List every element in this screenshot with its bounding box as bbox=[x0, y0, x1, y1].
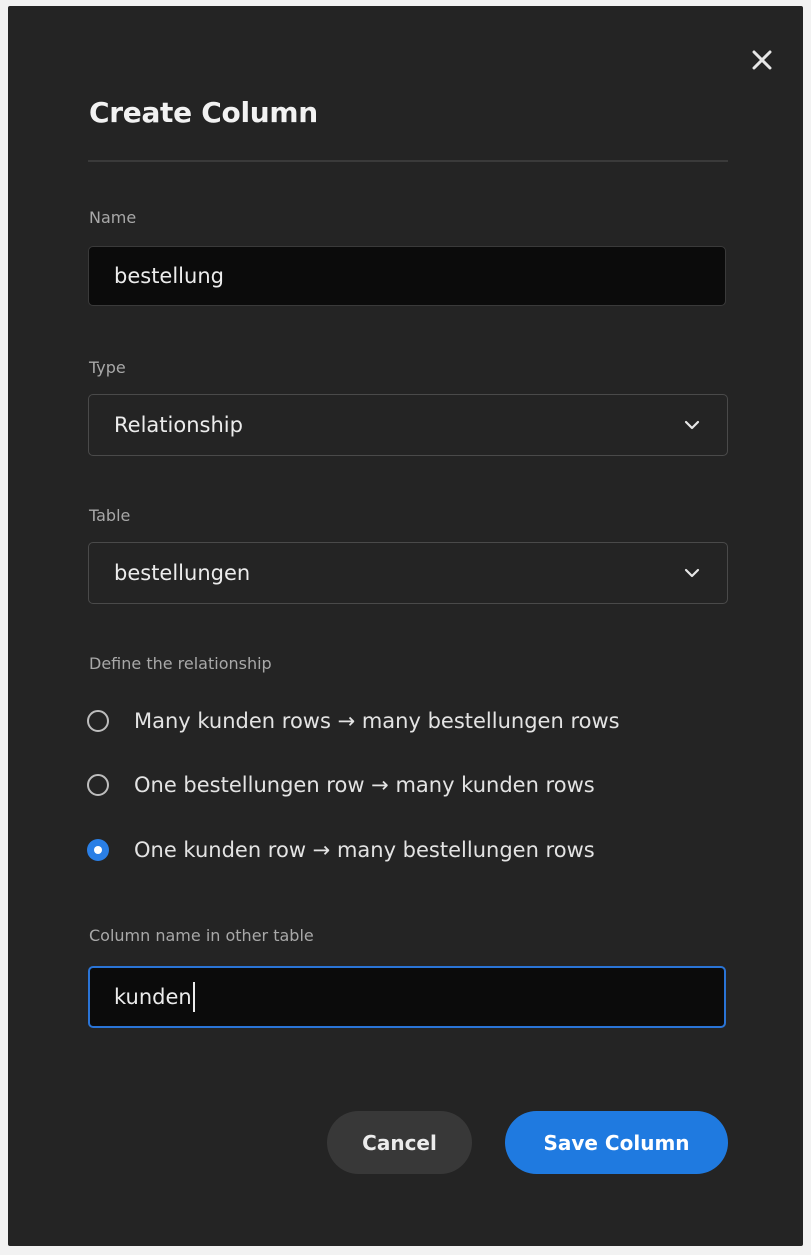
relationship-option-label: Many kunden rows → many bestellungen row… bbox=[134, 709, 620, 733]
close-button[interactable] bbox=[748, 46, 776, 74]
table-select[interactable]: bestellungen bbox=[88, 542, 728, 604]
name-label: Name bbox=[89, 208, 137, 227]
relationship-label: Define the relationship bbox=[89, 654, 272, 673]
relationship-option-many-to-many[interactable]: Many kunden rows → many bestellungen row… bbox=[87, 709, 620, 733]
other-column-input-value: kunden bbox=[114, 985, 192, 1009]
other-column-label: Column name in other table bbox=[89, 926, 314, 945]
relationship-option-one-bestellungen-to-many-kunden[interactable]: One bestellungen row → many kunden rows bbox=[87, 773, 595, 797]
radio-unchecked[interactable] bbox=[87, 710, 109, 732]
table-select-value: bestellungen bbox=[114, 561, 251, 585]
name-input-value: bestellung bbox=[114, 264, 224, 288]
name-input[interactable]: bestellung bbox=[88, 246, 726, 306]
relationship-option-label: One bestellungen row → many kunden rows bbox=[134, 773, 595, 797]
radio-dot bbox=[94, 846, 102, 854]
text-caret bbox=[192, 982, 195, 1012]
cancel-button[interactable]: Cancel bbox=[327, 1111, 472, 1174]
table-label: Table bbox=[89, 506, 131, 525]
dialog-title: Create Column bbox=[89, 96, 318, 129]
save-column-button[interactable]: Save Column bbox=[505, 1111, 728, 1174]
relationship-option-one-kunden-to-many-bestellungen[interactable]: One kunden row → many bestellungen rows bbox=[87, 838, 595, 862]
close-icon bbox=[752, 50, 772, 70]
type-select[interactable]: Relationship bbox=[88, 394, 728, 456]
title-divider bbox=[88, 160, 728, 162]
type-select-value: Relationship bbox=[114, 413, 243, 437]
type-label: Type bbox=[89, 358, 126, 377]
relationship-option-label: One kunden row → many bestellungen rows bbox=[134, 838, 595, 862]
other-column-input[interactable]: kunden bbox=[88, 966, 726, 1028]
radio-unchecked[interactable] bbox=[87, 774, 109, 796]
chevron-down-icon bbox=[682, 563, 702, 583]
chevron-down-icon bbox=[682, 415, 702, 435]
create-column-dialog: Create Column Name bestellung Type Relat… bbox=[8, 6, 803, 1246]
radio-checked[interactable] bbox=[87, 839, 109, 861]
